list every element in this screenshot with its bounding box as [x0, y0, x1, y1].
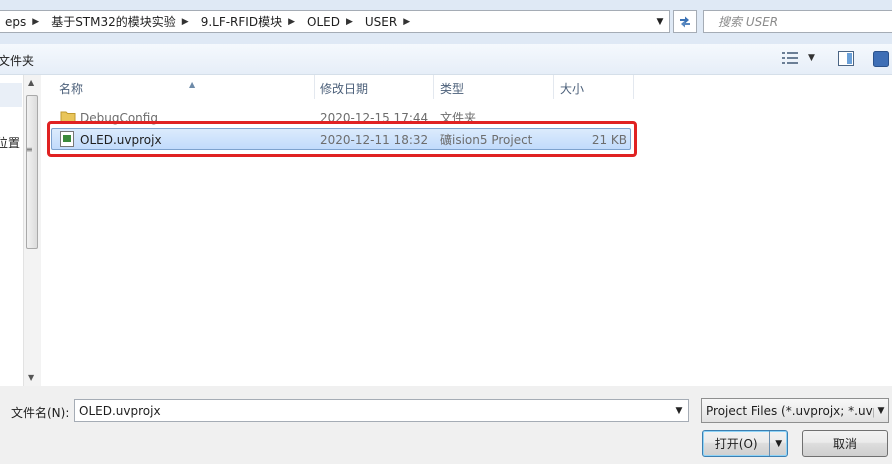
column-header: ▲ 名称 修改日期 类型 大小	[41, 75, 892, 99]
breadcrumb-item[interactable]: USER	[359, 15, 401, 29]
help-button[interactable]	[873, 51, 889, 70]
nav-item-selected[interactable]	[0, 83, 22, 107]
filename-input[interactable]	[75, 403, 670, 418]
chevron-right-icon[interactable]: ▶	[30, 17, 45, 27]
scrollbar-thumb[interactable]	[26, 95, 38, 249]
breadcrumb-item[interactable]: 基于STM32的模块实验	[45, 13, 180, 30]
list-item[interactable]: DebugConfig 2020-12-15 17:44 文件夹	[51, 107, 631, 129]
cancel-button[interactable]: 取消	[802, 430, 888, 457]
file-date: 2020-12-11 18:32	[320, 133, 429, 147]
scroll-up-icon[interactable]: ▲	[28, 78, 34, 87]
cancel-button-label: 取消	[832, 437, 857, 451]
breadcrumb[interactable]: eps ▶ 基于STM32的模块实验 ▶ 9.LF-RFID模块 ▶ OLED …	[0, 10, 670, 33]
file-date: 2020-12-15 17:44	[320, 111, 429, 125]
file-name: DebugConfig	[80, 111, 158, 125]
file-type: 礦ision5 Project	[440, 133, 533, 147]
view-icon	[782, 52, 798, 64]
search-box[interactable]	[703, 10, 892, 33]
open-button[interactable]: 打开(O) ▼	[702, 430, 788, 457]
open-button-label: 打开(O)	[714, 437, 758, 451]
command-toolbar: 文件夹 ▼	[0, 44, 892, 75]
column-size[interactable]: 大小	[552, 75, 634, 99]
dialog-footer: 文件名(N): ▼ Project Files (*.uvprojx; *.uv…	[0, 386, 892, 464]
breadcrumb-item[interactable]: 9.LF-RFID模块	[195, 13, 286, 30]
refresh-button[interactable]	[673, 10, 697, 33]
preview-pane-button[interactable]	[838, 51, 854, 69]
sort-ascending-icon: ▲	[189, 80, 196, 89]
nav-scrollbar[interactable]: ▲ ≡ ▼	[23, 75, 41, 386]
file-list[interactable]: ▲ 名称 修改日期 类型 大小 DebugConfig 2020-12-15 1…	[41, 75, 892, 386]
help-icon	[873, 51, 889, 67]
column-date[interactable]: 修改日期	[312, 75, 434, 99]
preview-pane-icon	[838, 51, 854, 66]
file-type-value: Project Files (*.uvprojx; *.uvp	[706, 403, 874, 418]
chevron-down-icon: ▼	[808, 53, 815, 63]
chevron-right-icon[interactable]: ▶	[401, 17, 416, 27]
breadcrumb-item[interactable]: eps	[0, 15, 30, 29]
navigation-pane[interactable]: 位置 ▲ ≡ ▼	[0, 75, 41, 386]
column-type-label: 类型	[440, 82, 465, 96]
file-size: 21 KB	[591, 133, 627, 147]
breadcrumb-item[interactable]: OLED	[301, 15, 344, 29]
refresh-icon	[680, 16, 690, 27]
list-item-selected[interactable]: OLED.uvprojx 2020-12-11 18:32 礦ision5 Pr…	[51, 128, 631, 150]
column-name[interactable]: ▲ 名称	[51, 75, 315, 99]
filename-combobox[interactable]: ▼	[74, 399, 689, 422]
open-split-dropdown[interactable]: ▼	[769, 431, 787, 456]
new-folder-button[interactable]: 文件夹	[0, 52, 34, 69]
change-view-button[interactable]: ▼	[782, 52, 815, 64]
address-bar: eps ▶ 基于STM32的模块实验 ▶ 9.LF-RFID模块 ▶ OLED …	[0, 0, 892, 44]
search-input[interactable]	[712, 14, 868, 29]
project-file-icon	[60, 131, 74, 147]
grip-icon: ≡	[26, 145, 33, 154]
address-history-dropdown[interactable]: ▼	[651, 17, 669, 27]
file-type-select[interactable]: Project Files (*.uvprojx; *.uvp ▼	[701, 398, 889, 423]
nav-item-recent-places[interactable]: 位置	[0, 134, 20, 151]
column-date-label: 修改日期	[320, 82, 369, 96]
chevron-right-icon[interactable]: ▶	[344, 17, 359, 27]
column-type[interactable]: 类型	[432, 75, 554, 99]
chevron-down-icon[interactable]: ▼	[670, 406, 688, 416]
chevron-right-icon[interactable]: ▶	[180, 17, 195, 27]
column-size-label: 大小	[560, 82, 585, 96]
file-name: OLED.uvprojx	[80, 133, 162, 147]
filename-label: 文件名(N):	[11, 406, 70, 420]
scroll-down-icon[interactable]: ▼	[28, 373, 34, 382]
chevron-down-icon[interactable]: ▼	[874, 406, 888, 416]
file-type: 文件夹	[440, 111, 477, 125]
chevron-right-icon[interactable]: ▶	[286, 17, 301, 27]
folder-icon	[60, 111, 76, 124]
column-name-label: 名称	[59, 82, 84, 96]
